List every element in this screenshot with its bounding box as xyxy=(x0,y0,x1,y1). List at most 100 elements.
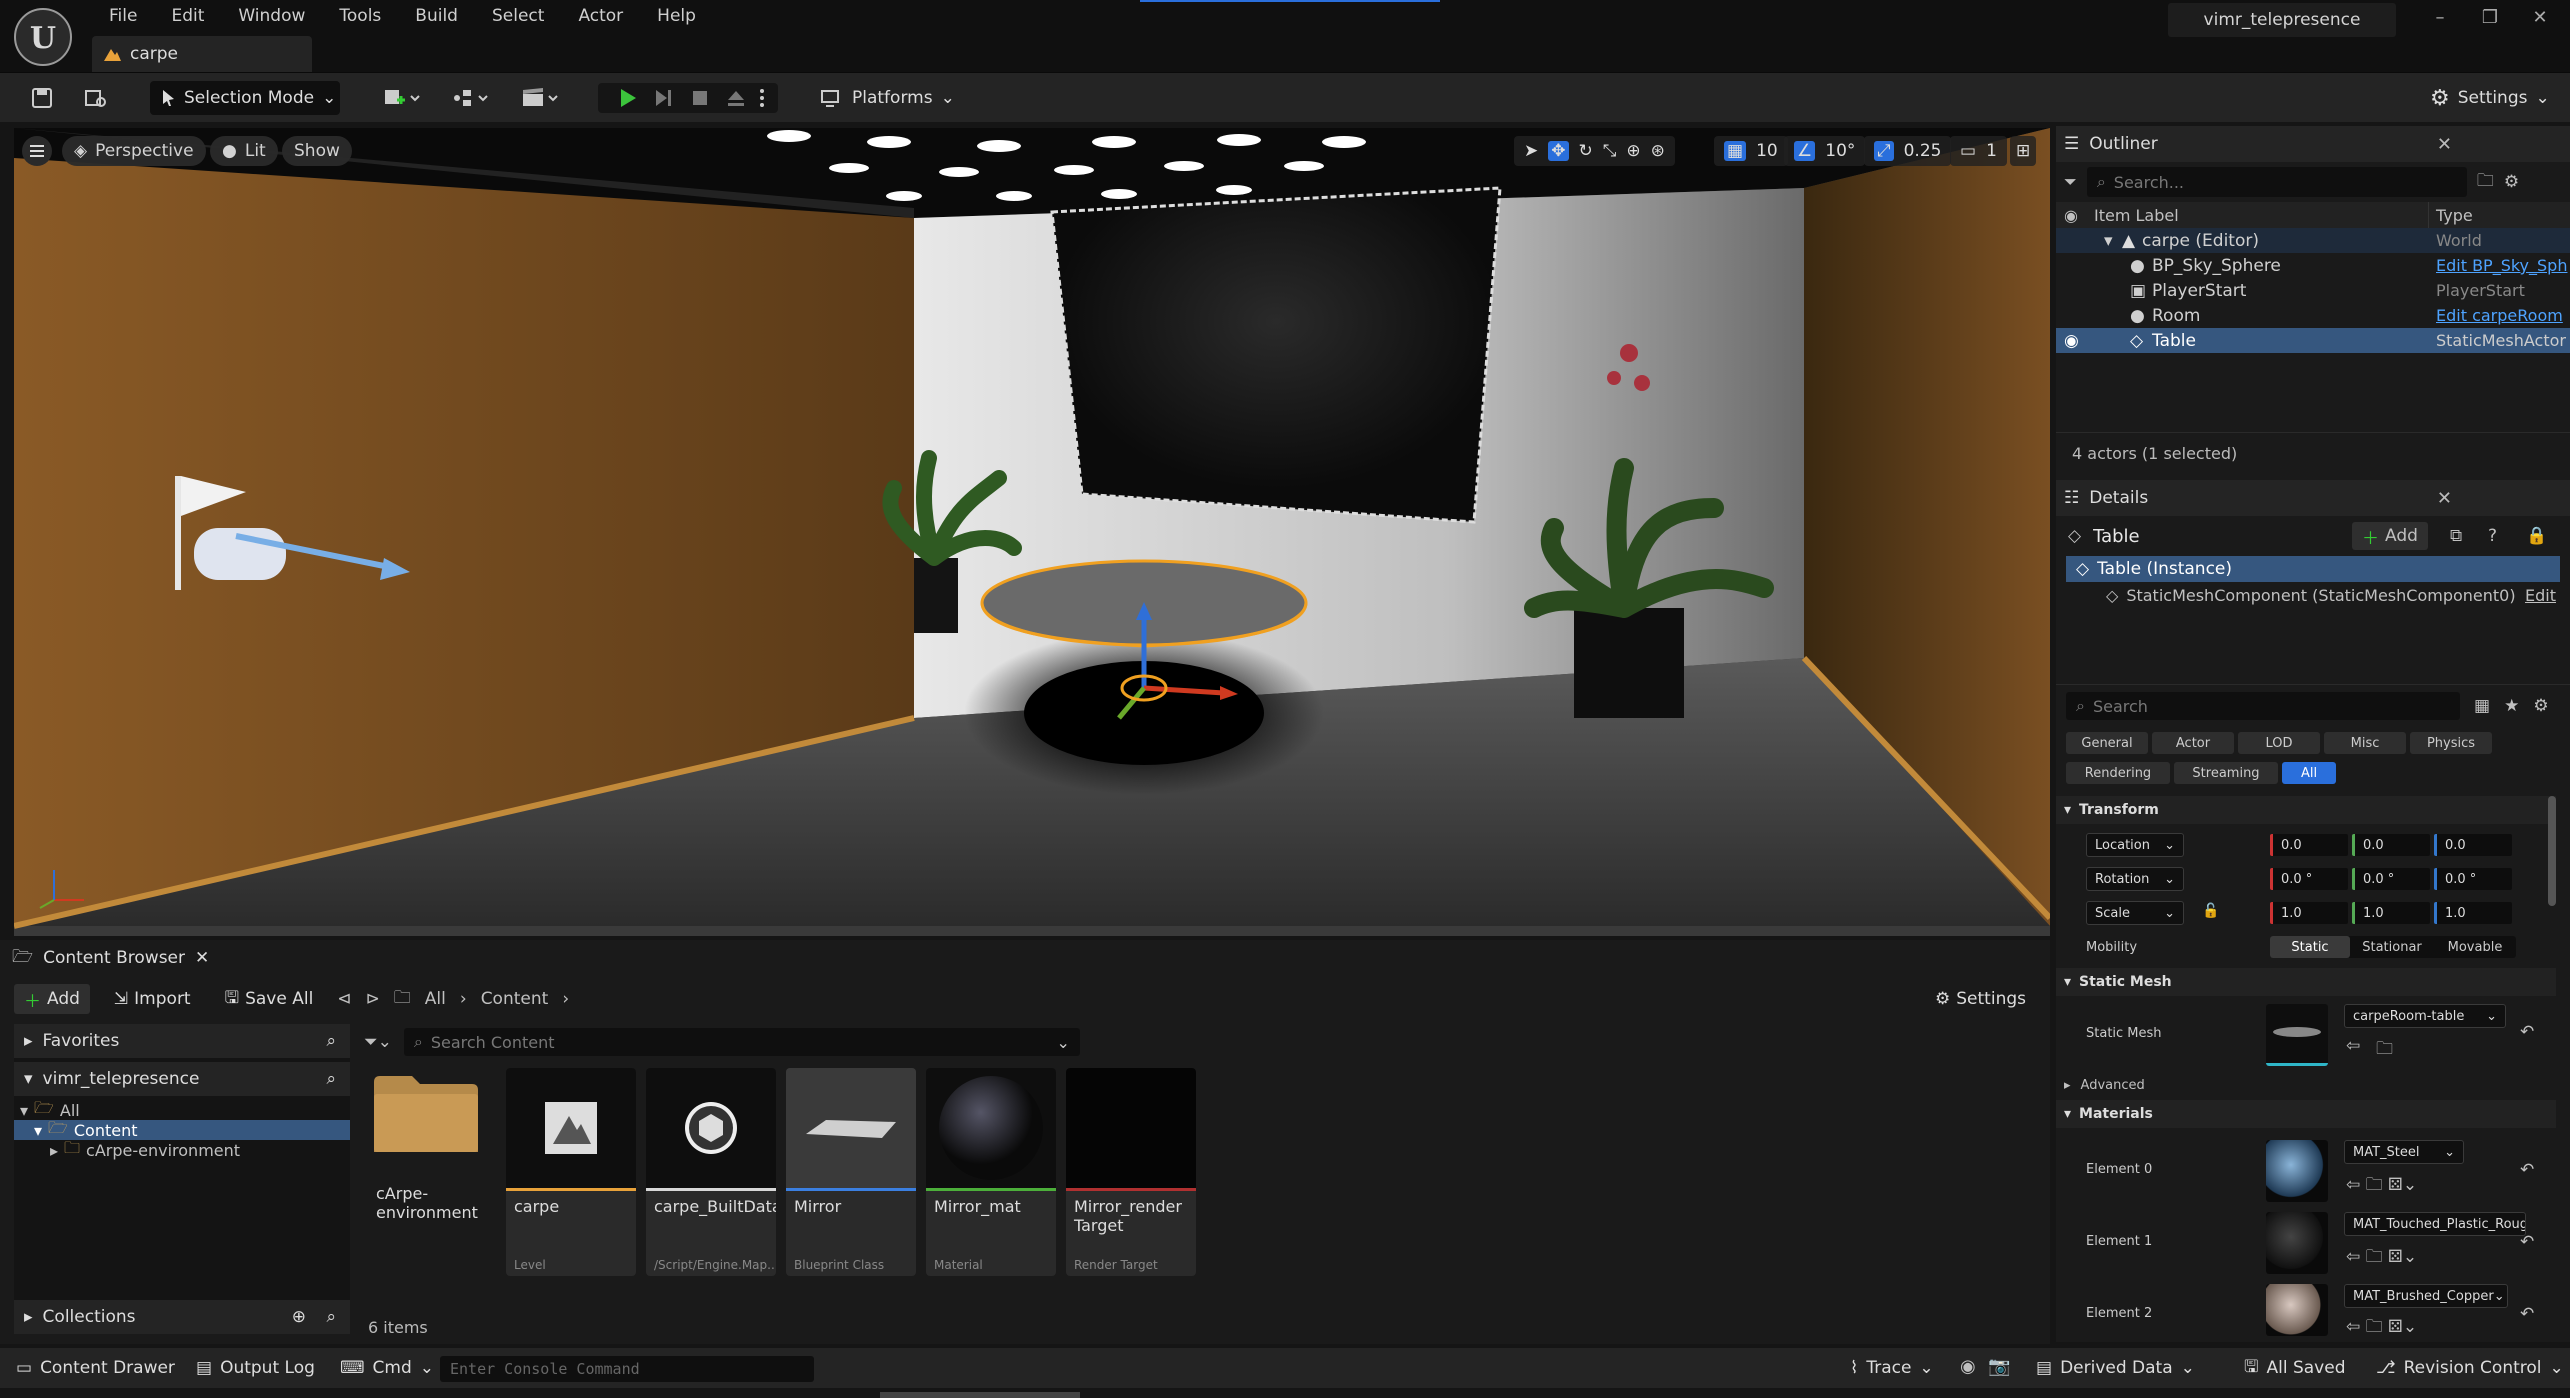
category-all[interactable]: All xyxy=(2282,762,2336,784)
rotation-pitch[interactable]: 0.0 ° xyxy=(2352,868,2430,890)
select-tool-icon[interactable]: ➤ xyxy=(1524,141,1538,161)
menu-edit[interactable]: Edit xyxy=(154,0,221,30)
scale-x[interactable]: 1.0 xyxy=(2270,902,2348,924)
menu-actor[interactable]: Actor xyxy=(561,0,640,30)
add-actor-icon[interactable] xyxy=(376,81,430,115)
cb-import-button[interactable]: ⇲ Import xyxy=(104,984,201,1014)
expand-icon[interactable]: ▾ xyxy=(2104,231,2113,251)
close-icon[interactable]: ✕ xyxy=(2437,488,2452,509)
content-drawer-button[interactable]: ▭ Content Drawer xyxy=(16,1348,175,1388)
static-mesh-picker[interactable]: carpeRoom-table ⌄ xyxy=(2344,1004,2506,1028)
category-misc[interactable]: Misc xyxy=(2324,732,2406,754)
static-mesh-thumbnail[interactable] xyxy=(2266,1004,2328,1066)
search-icon[interactable]: ⌕ xyxy=(326,1307,336,1327)
browse-asset-icon[interactable]: ⇦ 🗀 ⚄⌄ xyxy=(2346,1172,2417,1201)
material-thumbnail-1[interactable] xyxy=(2266,1212,2328,1274)
favorite-icon[interactable]: ★ xyxy=(2504,696,2519,716)
content-browser-tab[interactable]: 🗁 Content Browser ✕ xyxy=(12,940,209,976)
filter-icon[interactable]: ⏷ xyxy=(2064,172,2077,192)
level-tab[interactable]: carpe xyxy=(92,36,312,72)
details-tab[interactable]: ☷ Details ✕ xyxy=(2056,480,2570,516)
outliner-row-type[interactable]: Edit BP_Sky_Sph xyxy=(2436,256,2567,275)
reset-icon[interactable]: ↶ xyxy=(2520,1022,2534,1042)
menu-build[interactable]: Build xyxy=(398,0,475,30)
rotation-dropdown[interactable]: Rotation ⌄ xyxy=(2086,867,2184,891)
visibility-icon[interactable]: ◉ xyxy=(2064,331,2079,351)
asset-mirror-mat[interactable]: Mirror_mat Material xyxy=(926,1068,1056,1276)
settings-dropdown[interactable]: ⚙ Settings ⌄ xyxy=(2430,81,2550,115)
location-x[interactable]: 0.0 xyxy=(2270,834,2348,856)
trace-dropdown[interactable]: ⌇ Trace ⌄ xyxy=(1850,1348,1934,1388)
level-viewport[interactable]: ◈ Perspective ● Lit Show ➤ ✥ ↻ ⤡ ⊕ ⊛ ▦ 1… xyxy=(14,128,2050,936)
record-icon[interactable]: ◉ xyxy=(1960,1356,1976,1377)
browse-icon[interactable] xyxy=(78,81,114,115)
grid-snap-toggle[interactable]: ▦ 10 xyxy=(1714,136,1788,166)
scale-z[interactable]: 1.0 xyxy=(2434,902,2512,924)
col-item-label[interactable]: Item Label xyxy=(2094,206,2179,225)
asset-carpe-builtdata[interactable]: carpe_BuiltData /Script/Engine.Map... xyxy=(646,1068,776,1276)
asset-mirror-render-target[interactable]: Mirror_render Target Render Target xyxy=(1066,1068,1196,1276)
find-asset-icon[interactable]: 🗀 xyxy=(2376,1036,2393,1065)
details-instance-row[interactable]: ◇ Table (Instance) xyxy=(2066,556,2560,582)
materials-section[interactable]: ▾ Materials xyxy=(2056,1100,2556,1128)
layout-icon[interactable]: ⊞ xyxy=(2010,136,2037,166)
blueprint-icon[interactable]: ⧉ xyxy=(2450,526,2462,546)
mobility-stationary[interactable]: Stationar xyxy=(2350,936,2434,958)
category-streaming[interactable]: Streaming xyxy=(2174,762,2278,784)
platforms-dropdown[interactable]: Platforms ⌄ xyxy=(820,81,955,115)
cb-settings-button[interactable]: ⚙ Settings xyxy=(1925,984,2036,1014)
lit-button[interactable]: ● Lit xyxy=(210,136,278,166)
skip-icon[interactable] xyxy=(646,81,682,115)
edit-component-link[interactable]: Edit xyxy=(2525,586,2556,605)
scale-y[interactable]: 1.0 xyxy=(2352,902,2430,924)
help-icon[interactable]: ? xyxy=(2488,526,2497,546)
location-z[interactable]: 0.0 xyxy=(2434,834,2512,856)
browse-asset-icon[interactable]: ⇦ 🗀 ⚄⌄ xyxy=(2346,1314,2417,1343)
outliner-tab[interactable]: ☰ Outliner ✕ xyxy=(2056,126,2570,162)
gear-icon[interactable]: ⚙ xyxy=(2504,172,2519,192)
outliner-row-room[interactable]: ● Room Edit carpeRoom xyxy=(2056,303,2570,328)
surface-snap-icon[interactable]: ⊛ xyxy=(1651,141,1665,161)
viewport-menu-icon[interactable] xyxy=(22,136,52,166)
outliner-row-table[interactable]: ◉ ◇ Table StaticMeshActor xyxy=(2056,328,2570,353)
scale-tool-icon[interactable]: ⤡ xyxy=(1603,141,1617,161)
history-back-icon[interactable]: ⊲ xyxy=(337,989,351,1009)
history-forward-icon[interactable]: ⊳ xyxy=(366,989,380,1009)
asset-carpe[interactable]: carpe Level xyxy=(506,1068,636,1276)
material-picker-1[interactable]: MAT_Touched_Plastic_Roug xyxy=(2344,1212,2526,1236)
category-rendering[interactable]: Rendering xyxy=(2066,762,2170,784)
outliner-row-playerstart[interactable]: ▣ PlayerStart PlayerStart xyxy=(2056,278,2570,303)
play-icon[interactable] xyxy=(610,81,646,115)
advanced-row[interactable]: ▸ Advanced xyxy=(2064,1078,2145,1093)
menu-file[interactable]: File xyxy=(92,0,154,30)
material-thumbnail-2[interactable] xyxy=(2266,1284,2328,1336)
scale-lock-icon[interactable]: 🔓 xyxy=(2202,903,2219,919)
blueprint-icon[interactable] xyxy=(444,81,498,115)
mobility-movable[interactable]: Movable xyxy=(2434,936,2516,958)
location-dropdown[interactable]: Location ⌄ xyxy=(2086,833,2184,857)
reset-icon[interactable]: ↶ xyxy=(2520,1160,2534,1180)
project-header[interactable]: ▾ vimr_telepresence ⌕ xyxy=(14,1062,350,1096)
show-button[interactable]: Show xyxy=(282,136,352,166)
camera-speed[interactable]: ▭ 1 xyxy=(1950,136,2007,166)
rotation-snap-toggle[interactable]: ∠ 10° xyxy=(1784,136,1866,166)
details-scrollbar[interactable] xyxy=(2548,796,2556,906)
asset-folder-carpe-environment[interactable]: cArpe- environment xyxy=(368,1068,488,1268)
rotate-tool-icon[interactable]: ↻ xyxy=(1579,141,1593,161)
menu-help[interactable]: Help xyxy=(640,0,713,30)
reset-icon[interactable]: ↶ xyxy=(2520,1232,2534,1252)
category-general[interactable]: General xyxy=(2066,732,2148,754)
breadcrumb-content[interactable]: Content xyxy=(481,989,549,1009)
asset-mirror[interactable]: Mirror Blueprint Class xyxy=(786,1068,916,1276)
transform-section[interactable]: ▾ Transform xyxy=(2056,796,2556,824)
lock-icon[interactable]: 🔒 xyxy=(2526,526,2547,546)
world-local-icon[interactable]: ⊕ xyxy=(1626,141,1640,161)
category-actor[interactable]: Actor xyxy=(2152,732,2234,754)
cb-save-all-button[interactable]: 🖫 Save All xyxy=(215,984,324,1014)
selection-mode-dropdown[interactable]: Selection Mode ⌄ xyxy=(150,81,340,115)
console-input[interactable]: Enter Console Command xyxy=(440,1356,814,1382)
close-icon[interactable]: ✕ xyxy=(195,948,209,968)
add-collection-icon[interactable]: ⊕ xyxy=(292,1307,306,1327)
all-saved-button[interactable]: 🖫 All Saved xyxy=(2244,1348,2345,1388)
category-lod[interactable]: LOD xyxy=(2238,732,2320,754)
